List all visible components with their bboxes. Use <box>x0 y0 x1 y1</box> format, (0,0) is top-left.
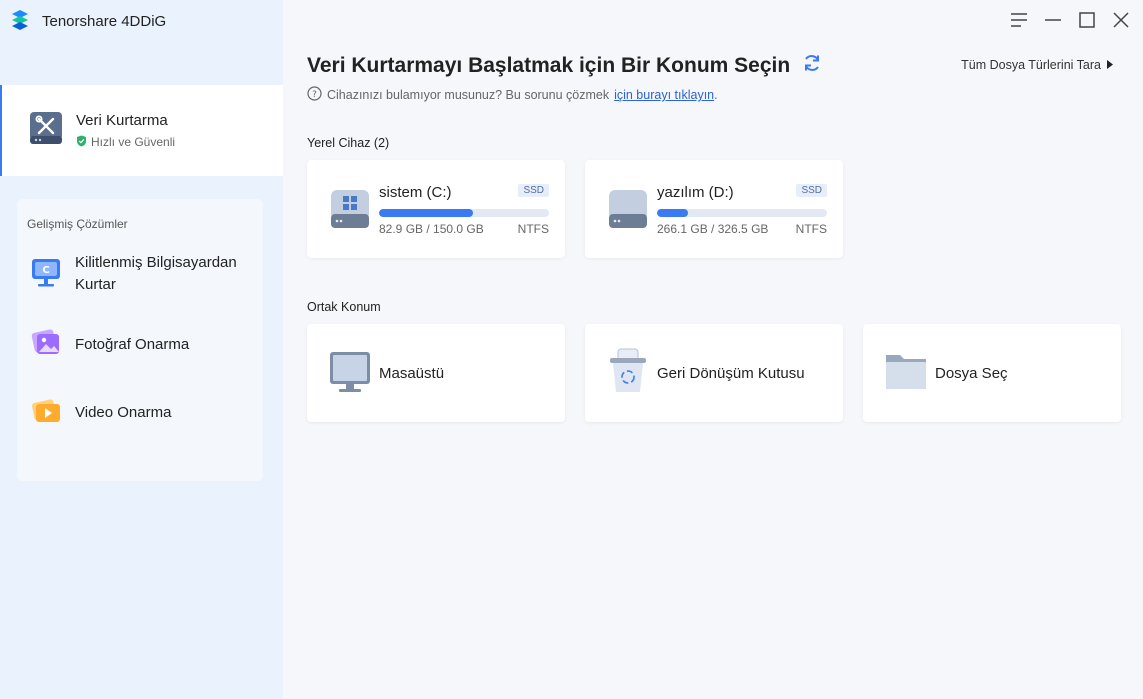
sidebar-item-video-repair[interactable]: Video Onarma <box>29 393 171 432</box>
drive-filesystem: NTFS <box>795 222 827 236</box>
close-icon[interactable] <box>1111 10 1131 30</box>
recovery-tools-icon <box>28 110 64 151</box>
location-label: Geri Dönüşüm Kutusu <box>657 364 805 382</box>
drive-filesystem: NTFS <box>517 222 549 236</box>
page-heading: Veri Kurtarmayı Başlatmak için Bir Konum… <box>307 53 822 78</box>
brand: Tenorshare 4DDiG <box>8 8 166 34</box>
scan-all-label: Tüm Dosya Türlerini Tara <box>961 58 1101 72</box>
location-card-select-folder[interactable]: Dosya Seç <box>863 324 1121 422</box>
sidebar-item-subtitle: Hızlı ve Güvenli <box>76 135 175 150</box>
sidebar-item-data-recovery[interactable]: Veri Kurtarma Hızlı ve Güvenli <box>0 85 283 176</box>
advanced-solutions-panel: Gelişmiş Çözümler C Kilitlenmiş Bilgisay… <box>17 199 263 481</box>
sidebar-item-label: Video Onarma <box>75 403 172 421</box>
sidebar-item-locked-computer[interactable]: C Kilitlenmiş Bilgisayardan Kurtar <box>29 252 249 296</box>
drive-card-d[interactable]: yazılım (D:) SSD 266.1 GB / 326.5 GB NTF… <box>585 160 843 258</box>
hard-drive-icon <box>607 186 649 235</box>
drive-name: sistem (C:) <box>379 184 452 201</box>
menu-icon[interactable] <box>1009 10 1029 30</box>
window-controls <box>1009 10 1131 30</box>
common-locations-label: Ortak Konum <box>307 300 381 314</box>
sidebar-item-label: Veri Kurtarma <box>76 111 168 129</box>
video-repair-icon <box>29 393 63 432</box>
drive-usage-bar <box>379 209 549 217</box>
drive-type-badge: SSD <box>518 184 549 197</box>
main-content: Veri Kurtarmayı Başlatmak için Bir Konum… <box>283 0 1143 699</box>
location-card-desktop[interactable]: Masaüstü <box>307 324 565 422</box>
photo-repair-icon <box>29 325 63 364</box>
local-devices-label: Yerel Cihaz (2) <box>307 136 390 150</box>
recycle-bin-icon <box>607 348 649 399</box>
location-label: Dosya Seç <box>935 364 1008 382</box>
svg-text:?: ? <box>312 90 317 100</box>
help-suffix: . <box>714 88 718 102</box>
drive-size: 82.9 GB / 150.0 GB <box>379 222 484 236</box>
drive-size: 266.1 GB / 326.5 GB <box>657 222 769 236</box>
location-label: Masaüstü <box>379 364 445 382</box>
sidebar-item-photo-repair[interactable]: Fotoğraf Onarma <box>29 325 189 364</box>
maximize-icon[interactable] <box>1077 10 1097 30</box>
drive-name: yazılım (D:) <box>657 184 734 201</box>
app-title: Tenorshare 4DDiG <box>42 12 167 30</box>
app-logo-icon <box>8 6 34 37</box>
help-line: ? Cihazınızı bulamıyor musunuz? Bu sorun… <box>307 86 718 104</box>
folder-icon <box>885 351 927 396</box>
question-circle-icon: ? <box>307 86 322 104</box>
shield-check-icon <box>76 135 87 150</box>
drive-card-c[interactable]: sistem (C:) SSD 82.9 GB / 150.0 GB NTFS <box>307 160 565 258</box>
page-title: Veri Kurtarmayı Başlatmak için Bir Konum… <box>307 53 791 77</box>
locked-computer-icon: C <box>29 255 63 294</box>
hard-drive-icon <box>329 186 371 235</box>
drive-usage-fill <box>657 209 688 217</box>
help-text: Cihazınızı bulamıyor musunuz? Bu sorunu … <box>327 88 610 102</box>
desktop-icon <box>329 349 371 398</box>
sidebar-item-label: Kilitlenmiş Bilgisayardan Kurtar <box>75 254 237 293</box>
advanced-solutions-title: Gelişmiş Çözümler <box>27 217 128 231</box>
help-link[interactable]: için burayı tıklayın <box>614 88 714 102</box>
location-card-recycle-bin[interactable]: Geri Dönüşüm Kutusu <box>585 324 843 422</box>
svg-text:C: C <box>42 265 49 276</box>
drive-usage-bar <box>657 209 827 217</box>
sidebar: Tenorshare 4DDiG Veri Kurtarma Hızlı ve … <box>0 0 283 699</box>
drive-usage-fill <box>379 209 473 217</box>
scan-all-file-types-button[interactable]: Tüm Dosya Türlerini Tara <box>961 58 1113 72</box>
refresh-icon[interactable] <box>802 53 822 78</box>
sidebar-item-label: Fotoğraf Onarma <box>75 335 190 353</box>
drive-type-badge: SSD <box>796 184 827 197</box>
caret-right-icon <box>1107 58 1113 72</box>
minimize-icon[interactable] <box>1043 10 1063 30</box>
